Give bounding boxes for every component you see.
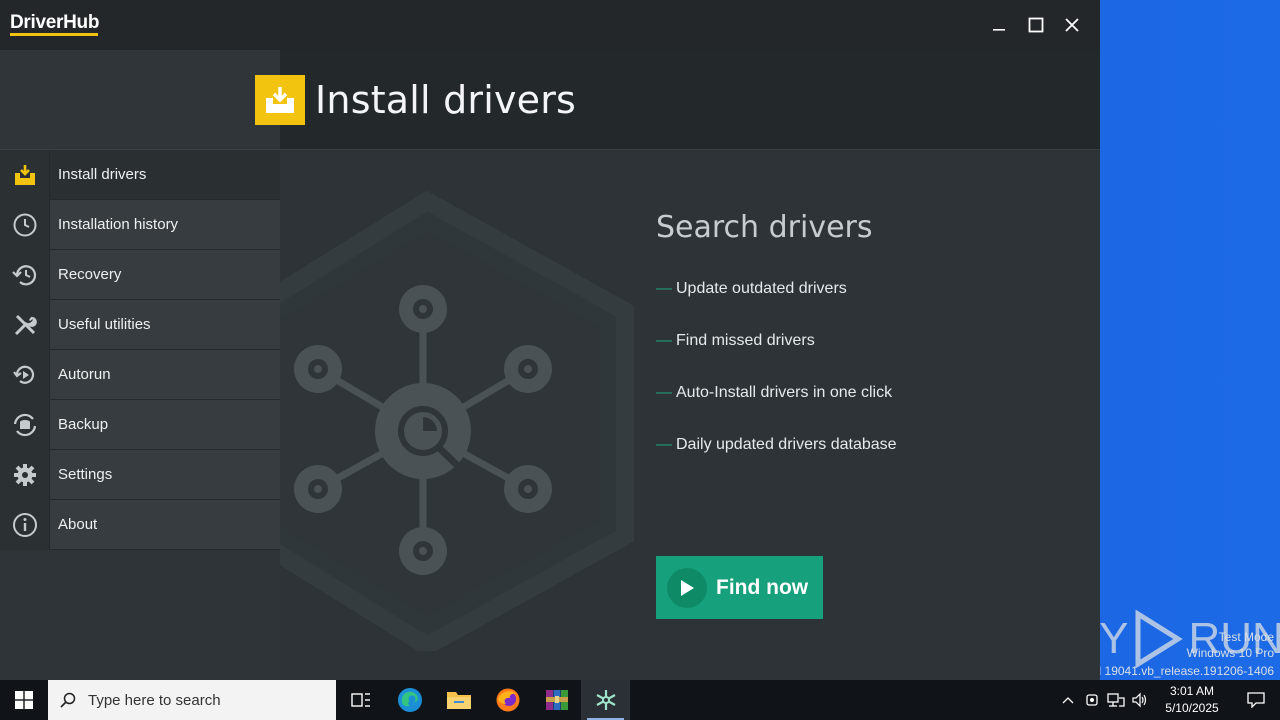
notification-icon xyxy=(1247,692,1265,708)
taskbar-file-explorer[interactable] xyxy=(434,680,483,720)
close-button[interactable] xyxy=(1055,8,1089,42)
sidebar-item-autorun[interactable]: Autorun xyxy=(0,349,280,400)
windows-edition-label: Windows 10 Pro xyxy=(1186,646,1274,660)
gear-icon xyxy=(0,449,50,500)
sidebar-item-settings[interactable]: Settings xyxy=(0,449,280,500)
feature-item: — Auto-Install drivers in one click xyxy=(656,384,893,401)
sidebar-item-label: Installation history xyxy=(58,216,179,233)
sidebar: Install drivers Installation history Rec… xyxy=(0,50,280,680)
taskbar-search-box[interactable]: Type here to search xyxy=(48,680,336,720)
sidebar-item-installation-history[interactable]: Installation history xyxy=(0,199,280,250)
download-tray-icon xyxy=(255,75,305,125)
minimize-icon xyxy=(993,29,1005,31)
windows-logo-icon xyxy=(15,691,33,709)
find-now-label: Find now xyxy=(716,575,809,599)
sidebar-item-label: Useful utilities xyxy=(58,316,151,333)
info-icon xyxy=(0,499,50,550)
folder-icon xyxy=(446,692,471,709)
taskbar-firefox[interactable] xyxy=(483,680,532,720)
test-mode-label: Test Mode xyxy=(1218,630,1274,644)
edge-icon xyxy=(397,688,422,712)
tray-network[interactable] xyxy=(1104,680,1128,720)
feature-item: — Daily updated drivers database xyxy=(656,436,897,453)
search-icon xyxy=(60,692,76,708)
clock-icon xyxy=(0,199,50,250)
driver-network-illustration xyxy=(280,191,634,651)
search-drivers-title: Search drivers xyxy=(656,210,873,245)
autorun-icon xyxy=(0,349,50,400)
action-center-button[interactable] xyxy=(1232,680,1280,720)
chevron-up-icon xyxy=(1062,697,1074,704)
task-view-button[interactable] xyxy=(336,680,385,720)
volume-icon xyxy=(1132,692,1147,708)
sidebar-item-install-drivers[interactable]: Install drivers xyxy=(0,149,280,200)
minimize-button[interactable] xyxy=(982,8,1016,42)
taskbar-winrar[interactable] xyxy=(532,680,581,720)
maximize-icon xyxy=(1028,17,1044,33)
backup-icon xyxy=(0,399,50,450)
sidebar-item-about[interactable]: About xyxy=(0,499,280,550)
title-bar[interactable]: DriverHub xyxy=(0,0,1100,50)
clock-time: 3:01 AM xyxy=(1169,684,1215,698)
sidebar-item-label: Settings xyxy=(58,466,113,483)
sidebar-item-label: Autorun xyxy=(58,366,111,383)
download-tray-icon xyxy=(0,149,50,200)
sidebar-item-backup[interactable]: Backup xyxy=(0,399,280,450)
sidebar-header xyxy=(0,50,280,150)
build-label: uild 19041.vb_release.191206-1406 xyxy=(1082,664,1275,678)
start-button[interactable] xyxy=(0,680,48,720)
task-view-icon xyxy=(350,693,370,707)
taskbar-driverhub[interactable] xyxy=(581,680,630,720)
taskbar-edge[interactable] xyxy=(385,680,434,720)
tray-device[interactable] xyxy=(1080,680,1104,720)
device-icon xyxy=(1086,694,1098,706)
clock-date: 5/10/2025 xyxy=(1165,701,1219,715)
app-logo: DriverHub xyxy=(10,12,100,33)
close-icon xyxy=(1065,18,1079,32)
play-icon xyxy=(667,567,707,608)
winrar-icon xyxy=(545,690,568,710)
feature-text: Update outdated drivers xyxy=(676,280,847,297)
firefox-icon xyxy=(496,688,519,712)
sidebar-item-label: Install drivers xyxy=(58,166,147,183)
feature-text: Daily updated drivers database xyxy=(676,436,897,453)
sidebar-nav: Install drivers Installation history Rec… xyxy=(0,149,280,550)
system-tray: 3:01 AM 5/10/2025 xyxy=(1056,680,1280,720)
tools-icon xyxy=(0,299,50,350)
tray-chevron[interactable] xyxy=(1056,680,1080,720)
tray-volume[interactable] xyxy=(1128,680,1152,720)
sidebar-item-useful-utilities[interactable]: Useful utilities xyxy=(0,299,280,350)
sidebar-item-recovery[interactable]: Recovery xyxy=(0,249,280,300)
maximize-button[interactable] xyxy=(1019,8,1053,42)
find-now-button[interactable]: Find now xyxy=(656,556,823,619)
play-logo-icon xyxy=(1135,610,1184,668)
sidebar-item-label: Backup xyxy=(58,416,109,433)
history-icon xyxy=(0,249,50,300)
page-title: Install drivers xyxy=(315,78,577,122)
sidebar-item-label: About xyxy=(58,516,98,533)
network-icon xyxy=(1107,693,1125,707)
feature-text: Find missed drivers xyxy=(676,332,815,349)
feature-item: — Update outdated drivers xyxy=(656,280,847,297)
sidebar-item-label: Recovery xyxy=(58,266,122,283)
driverhub-window: DriverHub Install drivers Installation h… xyxy=(0,0,1100,680)
feature-text: Auto-Install drivers in one click xyxy=(676,384,893,401)
feature-item: — Find missed drivers xyxy=(656,332,815,349)
driverhub-app-icon xyxy=(595,690,616,710)
logo-underline xyxy=(10,33,98,36)
taskbar-clock[interactable]: 3:01 AM 5/10/2025 xyxy=(1152,683,1232,717)
search-placeholder: Type here to search xyxy=(88,691,221,709)
taskbar: Type here to search 3:01 AM 5/10/2025 xyxy=(0,680,1280,720)
